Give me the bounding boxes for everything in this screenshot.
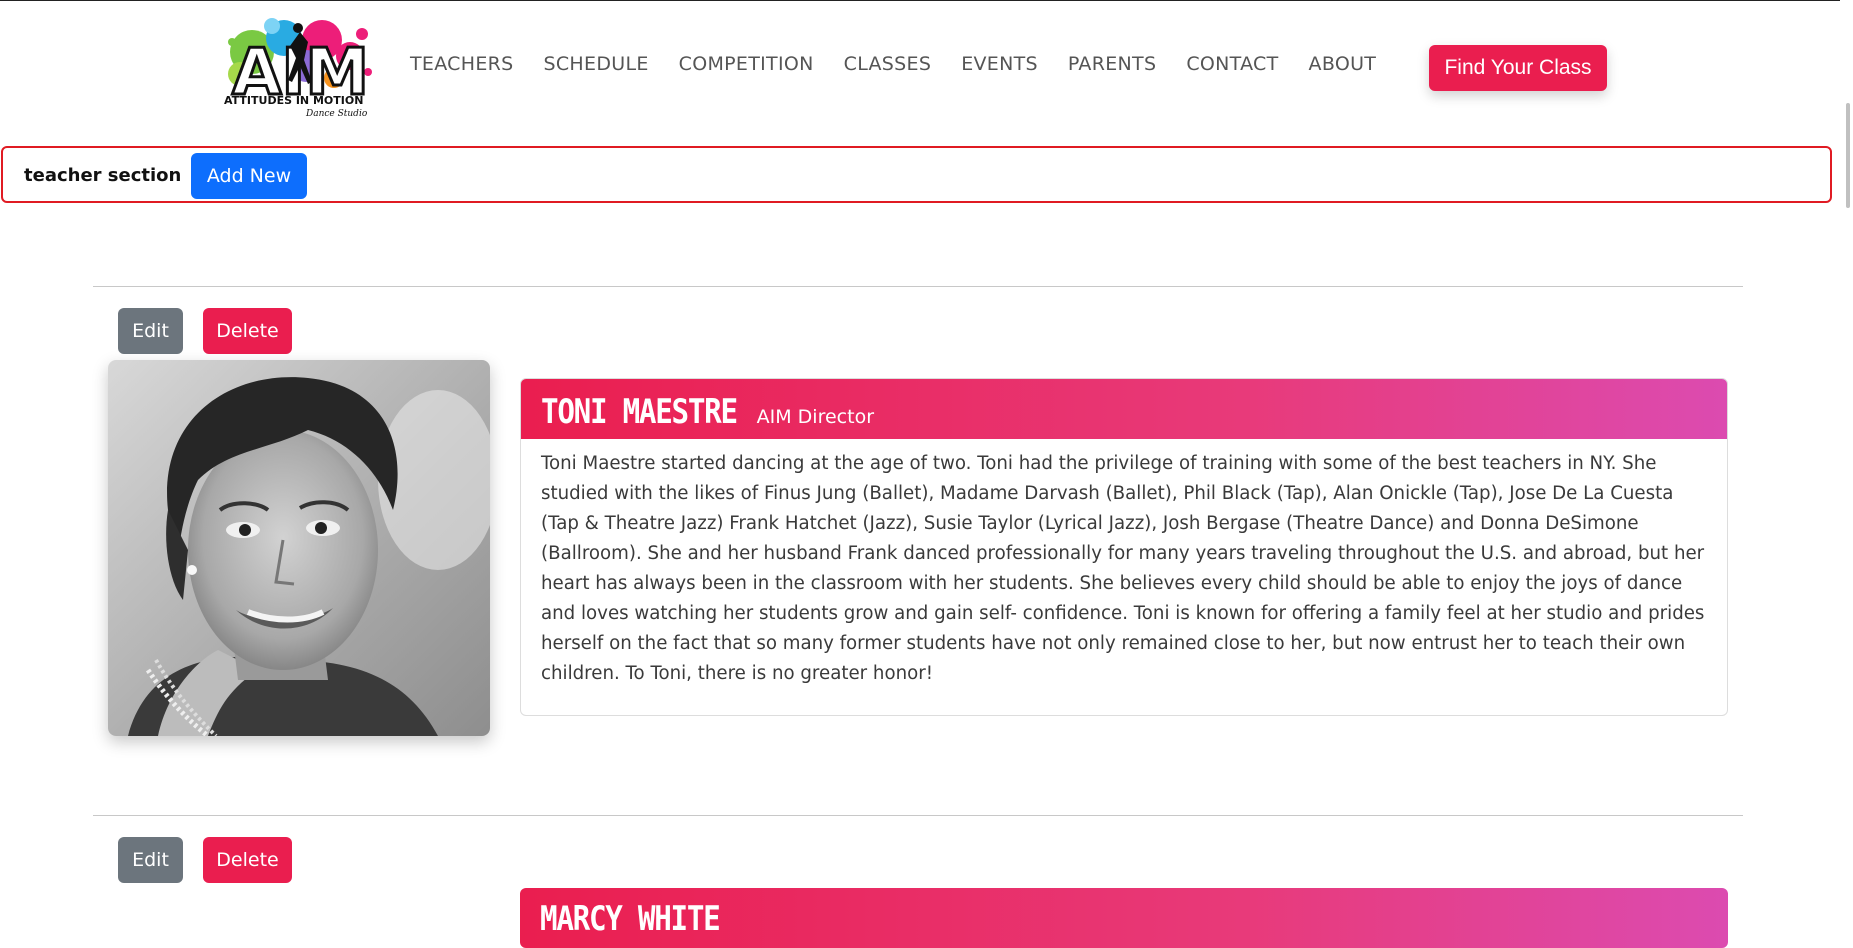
site-header: AIM ATTITUDES IN MOTION Dance Studio TEA… — [0, 0, 1840, 140]
teacher-name: MARCY WHITE — [540, 899, 721, 939]
svg-text:ATTITUDES IN MOTION: ATTITUDES IN MOTION — [224, 94, 363, 107]
teacher-card-header: MARCY WHITE — [520, 888, 1728, 948]
nav-classes[interactable]: CLASSES — [844, 53, 932, 75]
add-new-button[interactable]: Add New — [191, 153, 307, 199]
teacher-card: MARCY WHITE — [520, 888, 1728, 948]
teacher-card: TONI MAESTRE AIM Director Toni Maestre s… — [520, 378, 1728, 716]
nav-schedule[interactable]: SCHEDULE — [544, 53, 649, 75]
teacher-card-header: TONI MAESTRE AIM Director — [521, 379, 1727, 439]
find-your-class-button[interactable]: Find Your Class — [1429, 45, 1607, 91]
aim-logo[interactable]: AIM ATTITUDES IN MOTION Dance Studio — [222, 12, 374, 120]
nav-teachers[interactable]: TEACHERS — [410, 53, 514, 75]
teacher-role: AIM Director — [756, 406, 874, 428]
edit-button[interactable]: Edit — [118, 308, 183, 354]
teacher-name: TONI MAESTRE — [541, 392, 738, 432]
nav-parents[interactable]: PARENTS — [1068, 53, 1156, 75]
main-nav: TEACHERS SCHEDULE COMPETITION CLASSES EV… — [410, 53, 1406, 75]
teacher-bio: Toni Maestre started dancing at the age … — [541, 453, 1705, 684]
delete-button[interactable]: Delete — [203, 308, 292, 354]
edit-button[interactable]: Edit — [118, 837, 183, 883]
teacher-admin-bar: teacher section Add New — [1, 146, 1832, 203]
nav-about[interactable]: ABOUT — [1309, 53, 1377, 75]
delete-button[interactable]: Delete — [203, 837, 292, 883]
scrollbar-thumb[interactable] — [1846, 103, 1850, 208]
section-divider — [93, 815, 1743, 816]
teacher-section-label: teacher section — [24, 165, 182, 186]
nav-events[interactable]: EVENTS — [961, 53, 1038, 75]
svg-text:Dance Studio: Dance Studio — [305, 109, 368, 119]
nav-contact[interactable]: CONTACT — [1186, 53, 1278, 75]
section-divider — [93, 286, 1743, 287]
nav-competition[interactable]: COMPETITION — [679, 53, 814, 75]
teacher-photo — [108, 360, 490, 736]
page-scrollbar[interactable] — [1840, 0, 1853, 915]
